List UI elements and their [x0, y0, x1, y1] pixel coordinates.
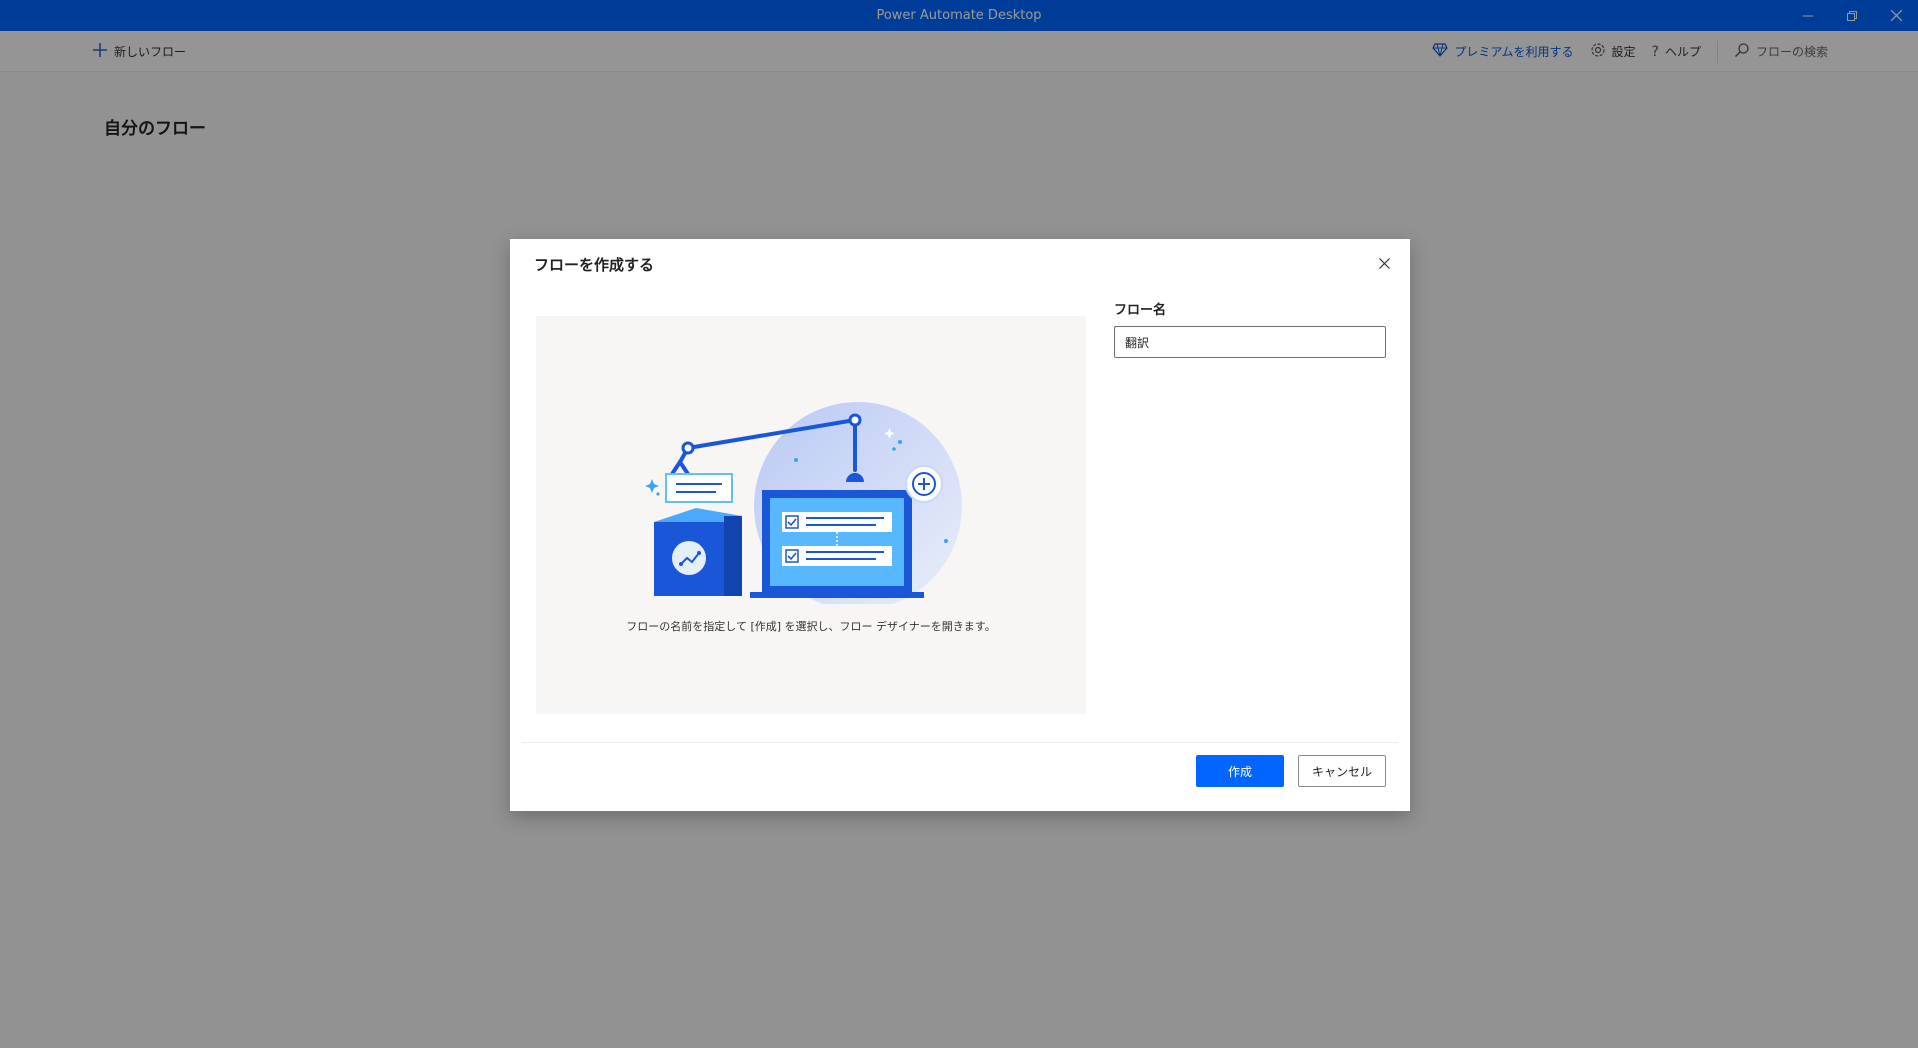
illustration-panel: フローの名前を指定して [作成] を選択し、フロー デザイナーを開きます。 — [536, 316, 1086, 714]
create-button[interactable]: 作成 — [1196, 755, 1284, 787]
flow-designer-illustration — [645, 402, 962, 604]
create-flow-dialog: フローを作成する フローの名前を指定して [作成] を選択し、フロー デザイナー… — [510, 239, 1410, 811]
dialog-divider — [522, 742, 1398, 743]
flow-name-input[interactable] — [1114, 326, 1386, 358]
dialog-close-icon[interactable] — [1372, 251, 1396, 275]
flow-name-label: フロー名 — [1114, 303, 1167, 318]
dialog-title: フローを作成する — [534, 256, 655, 274]
cancel-button[interactable]: キャンセル — [1298, 755, 1386, 787]
dialog-caption: フローの名前を指定して [作成] を選択し、フロー デザイナーを開きます。 — [626, 620, 996, 633]
